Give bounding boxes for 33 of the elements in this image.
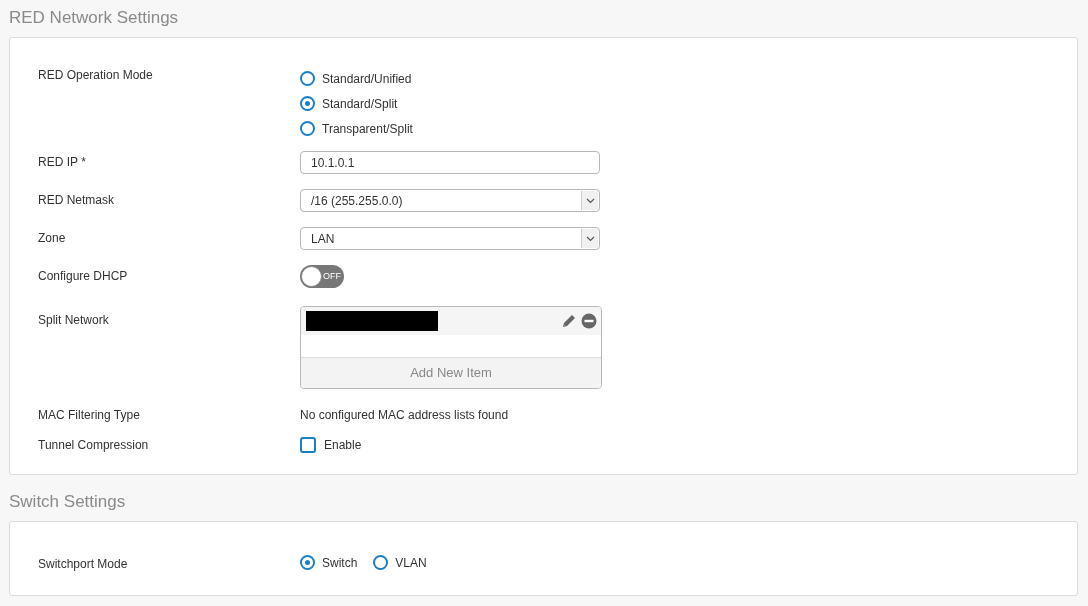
section-title: Switch Settings: [9, 491, 127, 513]
radio-button[interactable]: [300, 555, 315, 570]
field-label: Configure DHCP: [38, 268, 129, 285]
field-label: MAC Filtering Type: [38, 407, 141, 424]
pencil-icon[interactable]: [561, 313, 577, 329]
caret-icon: [581, 191, 598, 210]
radio-label[interactable]: VLAN: [395, 553, 427, 572]
remove-icon[interactable]: [581, 313, 597, 329]
radio-button[interactable]: [300, 121, 315, 136]
dropdown-field[interactable]: LAN: [300, 227, 600, 250]
checkbox-label[interactable]: Enable: [324, 436, 362, 454]
radio-button[interactable]: [300, 96, 315, 111]
field-label: Zone: [38, 230, 67, 247]
checkbox[interactable]: [300, 437, 316, 453]
radio-label[interactable]: Standard/Split: [322, 94, 398, 113]
radio-label[interactable]: Transparent/Split: [322, 119, 413, 138]
section-title: RED Network Settings: [9, 7, 180, 29]
field-value: No configured MAC address lists found: [300, 407, 510, 424]
caret-icon: [581, 229, 598, 248]
radio-label[interactable]: Switch: [322, 553, 358, 572]
field-label: RED Operation Mode: [38, 67, 154, 84]
list-item[interactable]: [301, 307, 601, 335]
radio-label[interactable]: Standard/Unified: [322, 69, 412, 88]
field-label: RED IP *: [38, 154, 87, 171]
field-label: Split Network: [38, 312, 110, 329]
dropdown-field[interactable]: /16 (255.255.0.0): [300, 189, 600, 212]
field-label: Switchport Mode: [38, 556, 129, 573]
field-label: RED Netmask: [38, 192, 115, 209]
radio-button[interactable]: [373, 555, 389, 570]
radio-button[interactable]: [300, 71, 315, 86]
field-label: Tunnel Compression: [38, 437, 150, 454]
text-field[interactable]: 10.1.0.1: [300, 151, 600, 174]
toggle-switch[interactable]: OFF: [300, 265, 344, 288]
